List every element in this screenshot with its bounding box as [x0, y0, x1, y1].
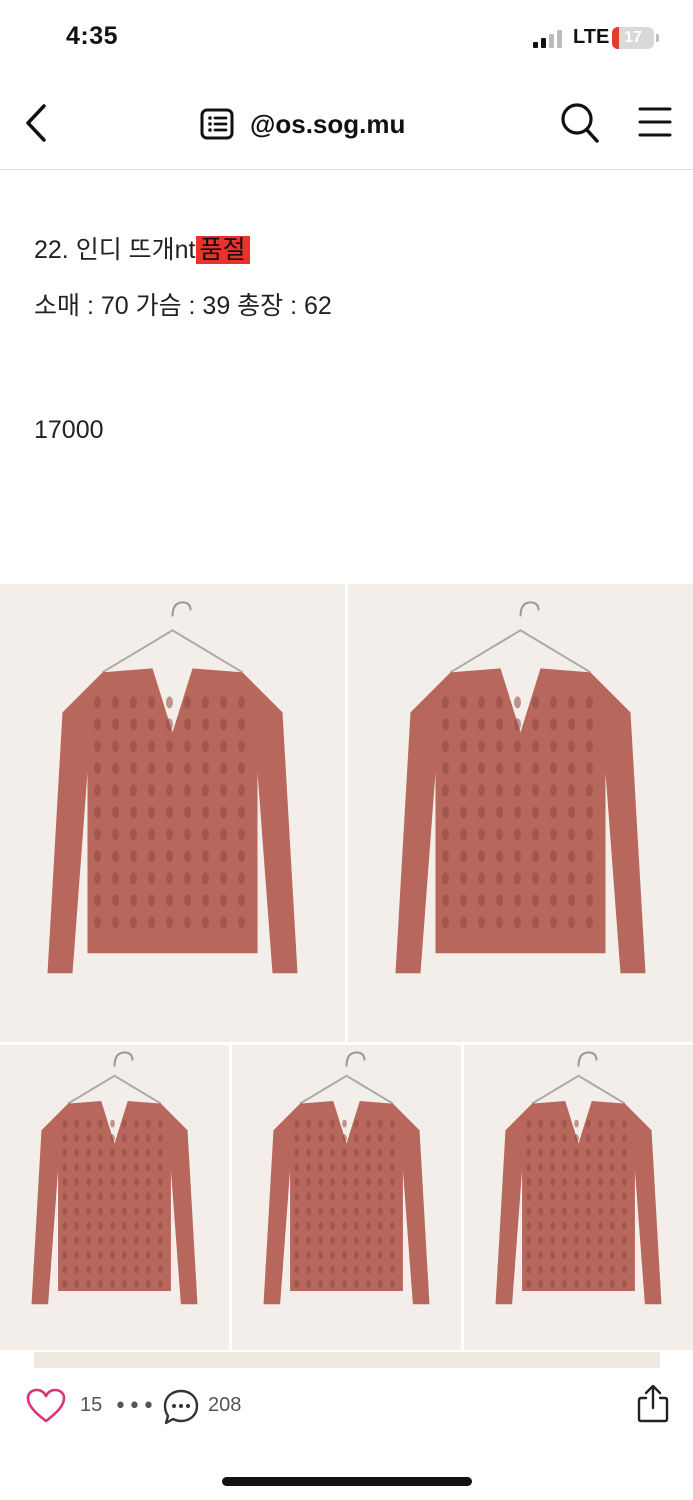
next-photo-peek [34, 1352, 660, 1368]
more-icon[interactable]: ••• [114, 1394, 156, 1419]
comment-icon[interactable] [162, 1388, 200, 1426]
battery-level: 17 [624, 29, 642, 46]
home-indicator[interactable] [222, 1477, 472, 1486]
post-measurements: 소매 : 70 가슴 : 39 총장 : 62 [34, 292, 332, 320]
sweater-illustration [232, 1045, 461, 1350]
status-time: 4:35 [66, 22, 119, 50]
signal-icon [533, 30, 565, 48]
chevron-left-icon[interactable] [20, 102, 54, 144]
sweater-closeup-photo[interactable] [0, 1045, 229, 1350]
status-bar: 4:35 LTE 17 [0, 0, 693, 78]
top-nav: @os.sog.mu [0, 78, 693, 170]
share-icon[interactable] [636, 1384, 670, 1424]
sweater-front-photo-2[interactable] [348, 584, 693, 1042]
like-count: 15 [80, 1394, 103, 1416]
sweater-illustration [464, 1045, 693, 1350]
search-icon[interactable] [560, 102, 600, 144]
network-label: LTE [573, 26, 610, 48]
post-price: 17000 [34, 416, 104, 444]
battery-tip [656, 34, 659, 42]
post-body: 22. 인디 뜨개nt 품절 소매 : 70 가슴 : 39 총장 : 62 [34, 222, 332, 334]
comment-count: 208 [208, 1394, 242, 1416]
post-title-line: 22. 인디 뜨개nt 품절 [34, 222, 332, 278]
battery-icon: 17 [612, 27, 654, 49]
list-icon [200, 108, 234, 140]
heart-icon[interactable] [26, 1388, 66, 1424]
sweater-front-photo-1[interactable] [0, 584, 345, 1042]
sweater-illustration [0, 1045, 229, 1350]
soldout-badge: 품절 [195, 236, 250, 264]
sweater-illustration [348, 584, 693, 1042]
sweater-held-photo[interactable] [232, 1045, 461, 1350]
sweater-illustration [0, 584, 345, 1042]
page-title: @os.sog.mu [250, 108, 406, 139]
menu-icon[interactable] [638, 105, 672, 139]
header-title-group[interactable]: @os.sog.mu [200, 104, 405, 144]
post-action-bar: 15 ••• 208 [0, 1368, 693, 1450]
sweater-back-photo[interactable] [464, 1045, 693, 1350]
post-title: 22. 인디 뜨개nt [34, 236, 196, 264]
